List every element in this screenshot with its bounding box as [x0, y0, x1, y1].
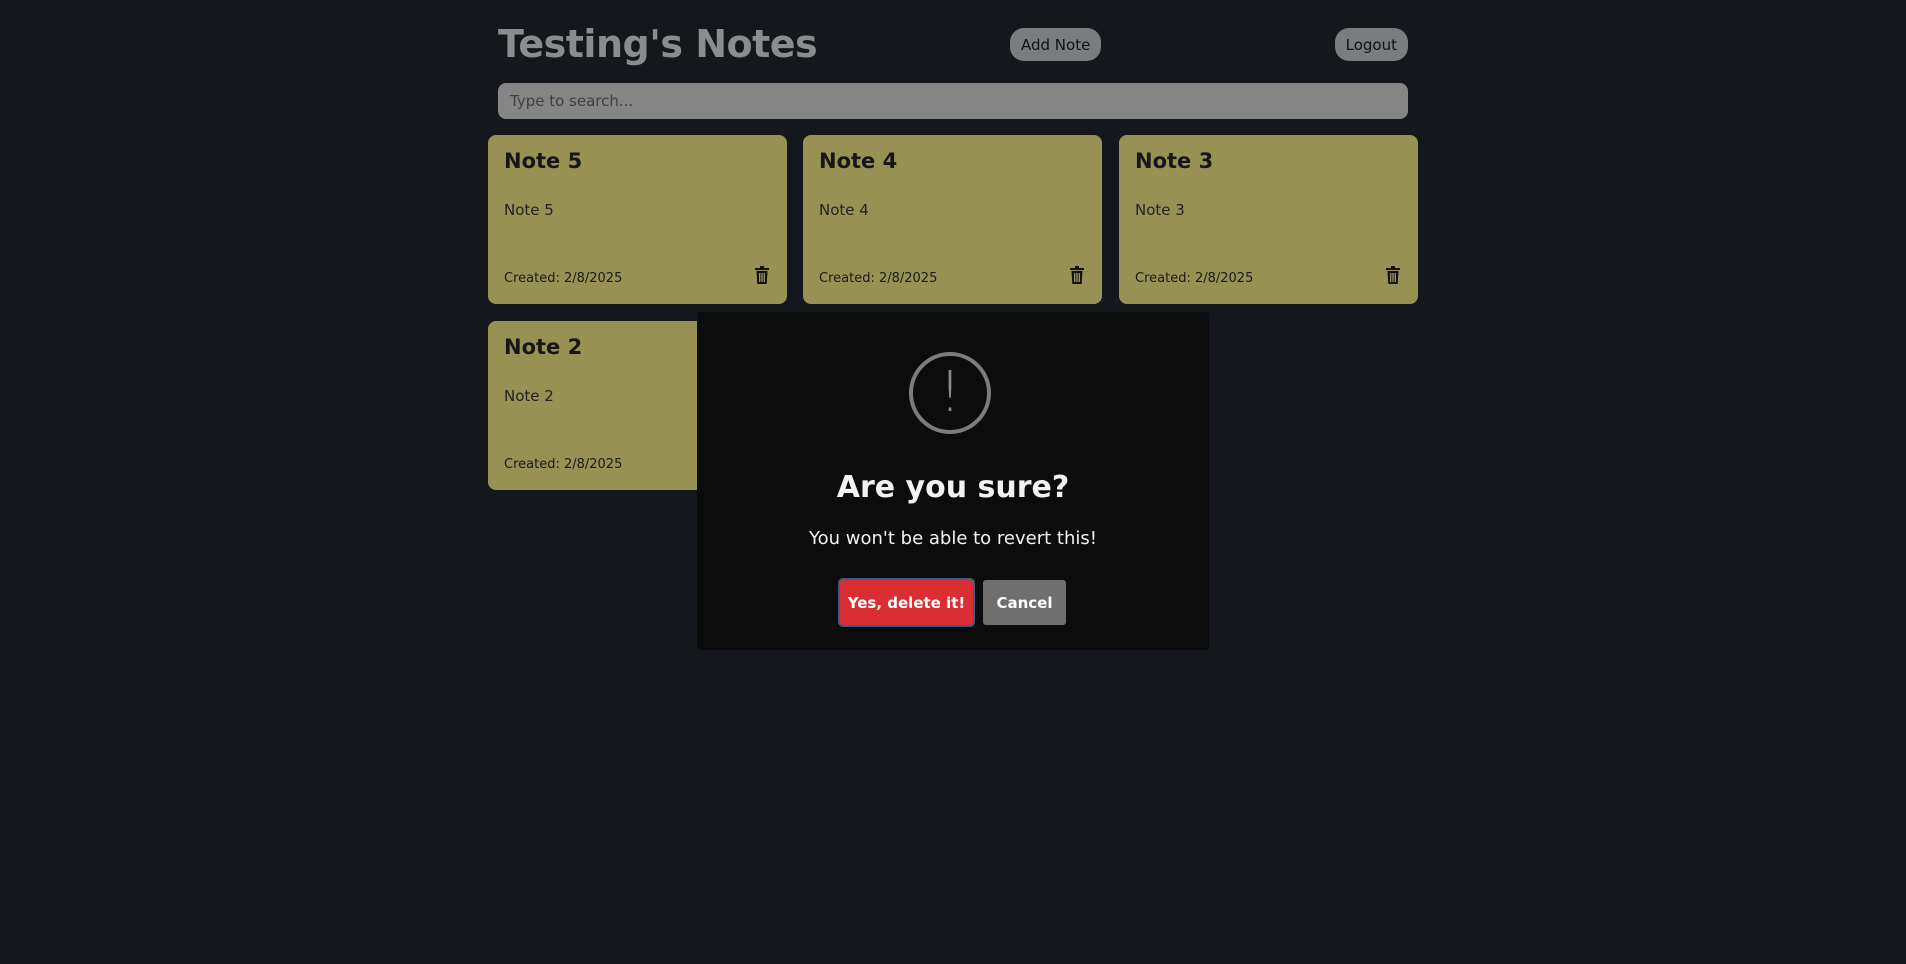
- dialog-text: You won't be able to revert this!: [809, 528, 1097, 549]
- cancel-button[interactable]: Cancel: [983, 580, 1066, 625]
- notes-page: Testing's Notes Add Note Logout Note 5 N…: [0, 0, 1906, 964]
- dialog-title: Are you sure?: [836, 470, 1070, 505]
- confirm-delete-button[interactable]: Yes, delete it!: [840, 580, 973, 625]
- exclamation-icon: !: [909, 352, 991, 434]
- confirm-delete-dialog: ! Are you sure? You won't be able to rev…: [697, 312, 1209, 650]
- dialog-actions: Yes, delete it! Cancel: [697, 580, 1209, 625]
